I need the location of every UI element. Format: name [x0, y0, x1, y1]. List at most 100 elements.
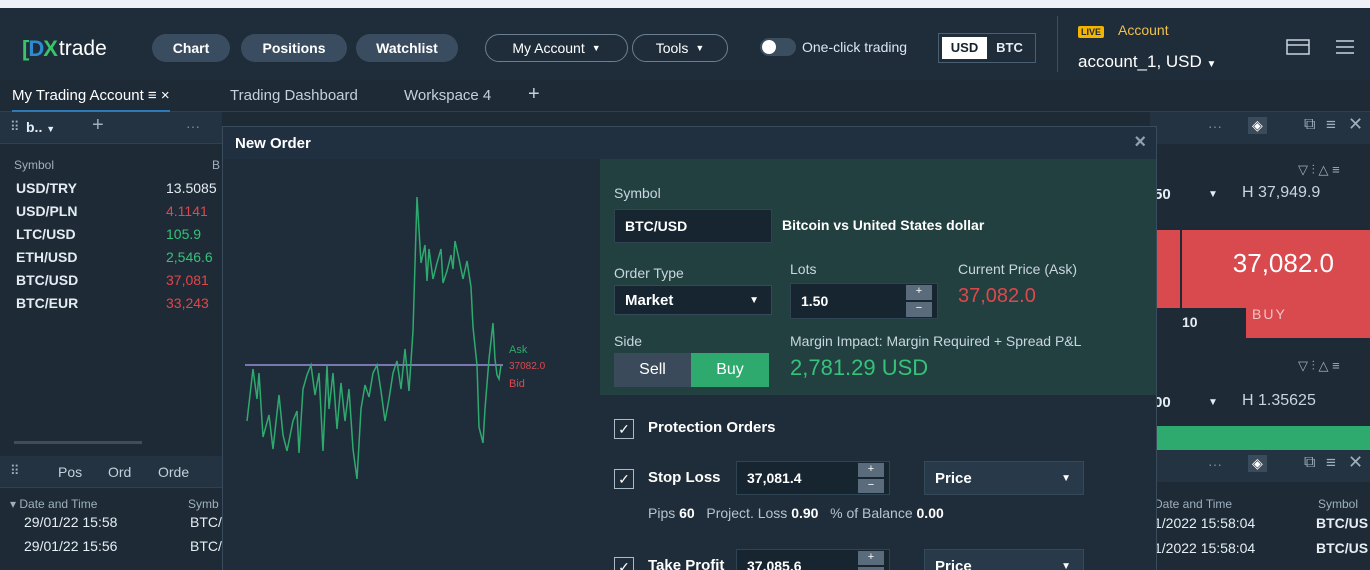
tab-positions[interactable]: Pos — [58, 464, 82, 480]
margin-label: Margin Impact: Margin Required + Spread … — [790, 333, 1082, 349]
side-toggle[interactable]: Sell Buy — [614, 353, 769, 387]
stop-loss-checkbox[interactable]: ✓ — [614, 469, 634, 489]
tab-orders[interactable]: Ord — [108, 464, 131, 480]
stop-loss-type-select[interactable]: Price ▼ — [924, 461, 1084, 495]
dxtrade-logo: [DX trade — [22, 36, 107, 61]
chevron-down-icon[interactable]: ▼ — [1208, 189, 1218, 200]
hamburger-icon[interactable]: ≡ — [148, 87, 157, 104]
protection-checkbox[interactable]: ✓ — [614, 419, 634, 439]
chevron-down-icon[interactable]: ▼ — [1208, 397, 1218, 408]
drag-handle-icon[interactable]: ⠿ — [10, 119, 20, 135]
take-profit-stepper[interactable]: +− — [858, 550, 884, 570]
history-date-2: 1/2022 15:58:04 — [1154, 540, 1256, 556]
more-icon[interactable]: ··· — [1208, 456, 1222, 472]
watchlist-price: 2,546.6 — [166, 249, 213, 265]
minus-icon[interactable]: − — [906, 302, 932, 317]
split-icon[interactable]: ◈ — [1248, 117, 1267, 134]
sell-button[interactable]: Sell — [614, 353, 691, 387]
trading-app: [DX trade Chart Positions Watchlist My Ac… — [0, 8, 1370, 570]
row-icons[interactable]: ▽ ⫶ △ ≡ — [1298, 358, 1340, 374]
watchlist-row[interactable]: USD/PLN 4.1141 — [0, 199, 225, 223]
menu-icon[interactable] — [1334, 38, 1358, 56]
col-date-time[interactable]: ▾ Date and Time — [10, 497, 97, 511]
dialog-header[interactable]: New Order × — [223, 127, 1156, 159]
proj-loss-label: Project. Loss — [706, 505, 788, 521]
currency-usd[interactable]: USD — [942, 37, 987, 59]
tools-dropdown[interactable]: Tools ▼ — [632, 34, 728, 62]
more-icon[interactable]: ··· — [186, 118, 200, 134]
my-account-dropdown[interactable]: My Account ▼ — [485, 34, 628, 62]
stop-loss-stepper[interactable]: + − — [858, 462, 884, 494]
currency-btc[interactable]: BTC — [987, 37, 1032, 59]
watchlist-row[interactable]: ETH/USD 2,546.6 — [0, 245, 225, 269]
plus-icon[interactable]: + — [858, 463, 884, 477]
nav-chart-button[interactable]: Chart — [152, 34, 230, 62]
watchlist-selector[interactable]: b.. ▼ — [26, 119, 55, 135]
popout-icon[interactable]: ⧉ — [1304, 454, 1315, 472]
watchlist-price: 37,081 — [166, 272, 209, 288]
nav-positions-button[interactable]: Positions — [241, 34, 347, 62]
buy-button[interactable]: Buy — [691, 353, 769, 387]
protection-label: Protection Orders — [648, 419, 776, 436]
add-tab-icon[interactable]: + — [528, 83, 540, 106]
balance-label: % of Balance — [830, 505, 913, 521]
currency-switch[interactable]: USD BTC — [938, 33, 1036, 63]
account-selector[interactable]: account_1, USD ▼ — [1078, 52, 1216, 72]
scrollbar[interactable] — [14, 441, 142, 444]
day-high: H 37,949.9 — [1242, 184, 1321, 201]
price-button-green[interactable] — [1150, 426, 1370, 450]
take-profit-type-select[interactable]: Price ▼ — [924, 549, 1084, 570]
new-order-dialog: New Order × Ask 37082.0 Bid Symbol BTC/U… — [222, 126, 1157, 570]
stop-loss-type-value: Price — [935, 469, 972, 487]
tab-trading-dashboard[interactable]: Trading Dashboard — [230, 87, 358, 104]
close-icon[interactable]: × — [161, 87, 170, 104]
one-click-toggle[interactable] — [760, 38, 796, 56]
pips-value: 60 — [679, 505, 695, 521]
col-symbol: Symbol — [1318, 497, 1359, 511]
close-icon[interactable]: ✕ — [1348, 452, 1363, 473]
take-profit-checkbox[interactable]: ✓ — [614, 557, 634, 570]
watchlist-row[interactable]: USD/TRY 13.5085 — [0, 176, 225, 200]
watchlist-price: 13.5085 — [166, 180, 217, 196]
col-date-time[interactable]: Date and Time — [1154, 497, 1232, 511]
chart-ask-label: Ask — [509, 344, 528, 356]
symbol-label: Symbol — [614, 185, 661, 201]
watchlist-row[interactable]: LTC/USD 105.9 — [0, 222, 225, 246]
split-icon[interactable]: ◈ — [1248, 455, 1267, 472]
layout-icon[interactable] — [1286, 38, 1310, 56]
chevron-down-icon: ▼ — [1061, 472, 1071, 484]
orders-panel-header: ··· ◈ ⧉ ≡ ✕ — [1150, 450, 1370, 482]
nav-watchlist-button[interactable]: Watchlist — [356, 34, 458, 62]
tools-label: Tools — [655, 40, 689, 56]
order-type-select[interactable]: Market ▼ — [614, 285, 772, 315]
side-label: Side — [614, 333, 643, 349]
top-bar: [DX trade Chart Positions Watchlist My Ac… — [0, 8, 1370, 80]
row-icons[interactable]: ▽ ⫶ △ ≡ — [1298, 162, 1340, 178]
more-icon[interactable]: ··· — [1208, 118, 1222, 134]
account-label: Account — [1118, 22, 1169, 38]
add-icon[interactable]: + — [92, 114, 104, 137]
watchlist-row[interactable]: BTC/EUR 33,243 — [0, 291, 225, 315]
lots-stepper[interactable]: + − — [906, 284, 932, 318]
history-symbol-1: BTC/US — [1316, 515, 1369, 531]
proj-loss-value: 0.90 — [791, 505, 819, 521]
tab-order-history[interactable]: Orde — [158, 464, 189, 480]
watchlist-symbol: USD/TRY — [16, 180, 77, 196]
tab-my-trading-account[interactable]: My Trading Account ≡ × — [12, 87, 170, 112]
price-series — [246, 196, 502, 480]
drag-handle-icon[interactable]: ⠿ — [10, 463, 20, 479]
watchlist-row[interactable]: BTC/USD 37,081 — [0, 268, 225, 292]
menu-icon[interactable]: ≡ — [1326, 115, 1336, 135]
close-icon[interactable]: × — [1134, 131, 1146, 154]
plus-icon[interactable]: + — [858, 551, 884, 565]
tab-workspace-4[interactable]: Workspace 4 — [404, 87, 491, 104]
symbol-field[interactable]: BTC/USD — [614, 209, 772, 243]
popout-icon[interactable]: ⧉ — [1304, 116, 1315, 134]
order-type-value: Market — [625, 291, 674, 309]
chart-bid-label: Bid — [509, 378, 525, 390]
close-icon[interactable]: ✕ — [1348, 114, 1363, 135]
plus-icon[interactable]: + — [906, 285, 932, 300]
minus-icon[interactable]: − — [858, 479, 884, 493]
order-date-1: 29/01/22 15:58 — [24, 514, 118, 530]
menu-icon[interactable]: ≡ — [1326, 453, 1336, 473]
